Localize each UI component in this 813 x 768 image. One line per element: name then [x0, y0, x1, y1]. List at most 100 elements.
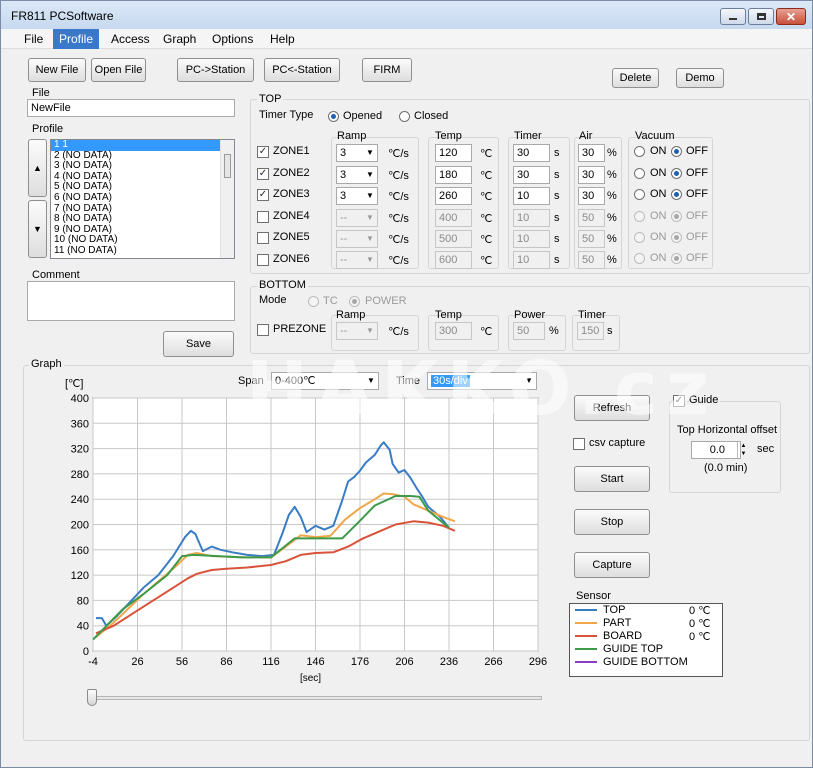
menu-graph[interactable]: Graph — [157, 29, 202, 49]
zone1-vacuum-off-radio[interactable] — [671, 146, 682, 157]
zone3-timer-field[interactable]: 10 — [513, 187, 550, 205]
zone5-timer-field[interactable]: 10 — [513, 230, 550, 248]
new-file-button[interactable]: New File — [28, 58, 86, 82]
profile-down-button[interactable]: ▼ — [28, 200, 47, 258]
zone5-checkbox[interactable] — [257, 232, 269, 244]
zone6-ramp-select[interactable]: -- ▼ — [336, 251, 378, 269]
zone5-ramp-select[interactable]: -- ▼ — [336, 230, 378, 248]
zone3-ramp-select[interactable]: 3 ▼ — [336, 187, 378, 205]
timer-closed-radio[interactable] — [399, 111, 410, 122]
prezone-timer-field[interactable]: 150 — [577, 322, 604, 340]
zone2-checkbox[interactable]: ✓ — [257, 168, 269, 180]
zone6-vacuum-on-radio[interactable] — [634, 253, 645, 264]
prezone-power-field[interactable]: 50 — [513, 322, 545, 340]
zone3-checkbox[interactable]: ✓ — [257, 189, 269, 201]
zone4-temp-field[interactable]: 400 — [435, 209, 472, 227]
zone3-air-field[interactable]: 30 — [578, 187, 605, 205]
timer-opened-radio[interactable] — [328, 111, 339, 122]
prezone-checkbox[interactable] — [257, 324, 269, 336]
zone2-ramp-select[interactable]: 3 ▼ — [336, 166, 378, 184]
zone1-vacuum-on-radio[interactable] — [634, 146, 645, 157]
list-item[interactable]: 11 (NO DATA) — [51, 245, 234, 257]
profile-list[interactable]: 1 1 2 (NO DATA) 3 (NO DATA) 4 (NO DATA) … — [50, 139, 235, 259]
zone1-timer-field[interactable]: 30 — [513, 144, 550, 162]
profile-scrollbar[interactable] — [220, 140, 234, 258]
zone4-air-field[interactable]: 50 — [578, 209, 605, 227]
zone6-temp-unit: ℃ — [480, 255, 493, 267]
time-slider-track[interactable] — [87, 696, 542, 700]
zone1-air-field[interactable]: 30 — [578, 144, 605, 162]
zone2-temp-field[interactable]: 180 — [435, 166, 472, 184]
zone1-checkbox[interactable]: ✓ — [257, 146, 269, 158]
chevron-down-icon: ▼ — [366, 213, 374, 222]
zone1-air-unit: % — [607, 147, 617, 159]
comment-field[interactable] — [27, 281, 235, 321]
zone3-temp-field[interactable]: 260 — [435, 187, 472, 205]
top-legend-swatch — [575, 609, 597, 611]
scroll-thumb[interactable] — [224, 154, 231, 178]
zone5-vacuum-on-label: ON — [650, 231, 667, 243]
firm-button[interactable]: FIRM — [362, 58, 412, 82]
zone5-vacuum-on-radio[interactable] — [634, 232, 645, 243]
station-to-pc-button[interactable]: PC<-Station — [264, 58, 340, 82]
y-tick-label: 320 — [71, 444, 89, 456]
profile-up-button[interactable]: ▲ — [28, 139, 47, 197]
zone4-timer-field[interactable]: 10 — [513, 209, 550, 227]
file-name-field[interactable]: NewFile — [27, 99, 235, 117]
mode-tc-radio[interactable] — [308, 296, 319, 307]
zone6-timer-field[interactable]: 10 — [513, 251, 550, 269]
prezone-ramp-select[interactable]: -- ▼ — [336, 322, 378, 340]
close-button[interactable]: ✕ — [776, 8, 806, 25]
zone2-vacuum-on-radio[interactable] — [634, 168, 645, 179]
zone3-vacuum-on-radio[interactable] — [634, 189, 645, 200]
list-item[interactable]: 1 1 — [51, 140, 234, 151]
timer-closed-label: Closed — [414, 110, 449, 122]
zone3-vacuum-off-radio[interactable] — [671, 189, 682, 200]
start-button[interactable]: Start — [574, 466, 650, 492]
prezone-ramp-value: -- — [340, 325, 348, 337]
stop-button[interactable]: Stop — [574, 509, 650, 535]
zone2-air-field[interactable]: 30 — [578, 166, 605, 184]
time-slider-thumb[interactable] — [87, 689, 97, 706]
maximize-button[interactable] — [748, 8, 774, 25]
zone2-timer-field[interactable]: 30 — [513, 166, 550, 184]
menu-profile[interactable]: Profile — [53, 29, 100, 49]
minimize-button[interactable] — [720, 8, 746, 25]
prezone-temp-field[interactable]: 300 — [435, 322, 472, 340]
x-tick-label: 116 — [262, 656, 280, 668]
zone1-ramp-select[interactable]: 3 ▼ — [336, 144, 378, 162]
zone4-vacuum-on-radio[interactable] — [634, 211, 645, 222]
save-button[interactable]: Save — [163, 331, 234, 357]
delete-button[interactable]: Delete — [612, 68, 659, 88]
zone5-vacuum-off-radio[interactable] — [671, 232, 682, 243]
zone6-vacuum-off-radio[interactable] — [671, 253, 682, 264]
arrow-down-icon: ▼ — [33, 224, 42, 234]
zone4-ramp-select[interactable]: -- ▼ — [336, 209, 378, 227]
mode-power-radio[interactable] — [349, 296, 360, 307]
pc-to-station-button[interactable]: PC->Station — [177, 58, 254, 82]
list-item[interactable]: 6 (NO DATA) — [51, 192, 234, 204]
zone1-temp-field[interactable]: 120 — [435, 144, 472, 162]
zone5-temp-field[interactable]: 500 — [435, 230, 472, 248]
zone6-vacuum-on-label: ON — [650, 252, 667, 264]
zone4-ramp-unit: ℃/s — [388, 213, 409, 225]
menu-options[interactable]: Options — [206, 29, 259, 49]
zone6-checkbox[interactable] — [257, 254, 269, 266]
zone2-vacuum-off-radio[interactable] — [671, 168, 682, 179]
menu-access[interactable]: Access — [105, 29, 156, 49]
zone6-temp-field[interactable]: 600 — [435, 251, 472, 269]
zone5-air-field[interactable]: 50 — [578, 230, 605, 248]
menu-file[interactable]: File — [18, 29, 49, 49]
open-file-button[interactable]: Open File — [91, 58, 146, 82]
zone4-timer-unit: s — [554, 212, 560, 224]
zone6-air-field[interactable]: 50 — [578, 251, 605, 269]
menu-help[interactable]: Help — [264, 29, 301, 49]
zone4-vacuum-off-radio[interactable] — [671, 211, 682, 222]
zone4-checkbox[interactable] — [257, 211, 269, 223]
top-offset-field[interactable]: 0.0 — [691, 441, 741, 459]
offset-spinner[interactable]: ▲ ▼ — [737, 442, 749, 458]
capture-button[interactable]: Capture — [574, 552, 650, 578]
csv-capture-checkbox[interactable] — [573, 438, 585, 450]
x-axis-unit: [sec] — [300, 673, 321, 684]
demo-button[interactable]: Demo — [676, 68, 724, 88]
